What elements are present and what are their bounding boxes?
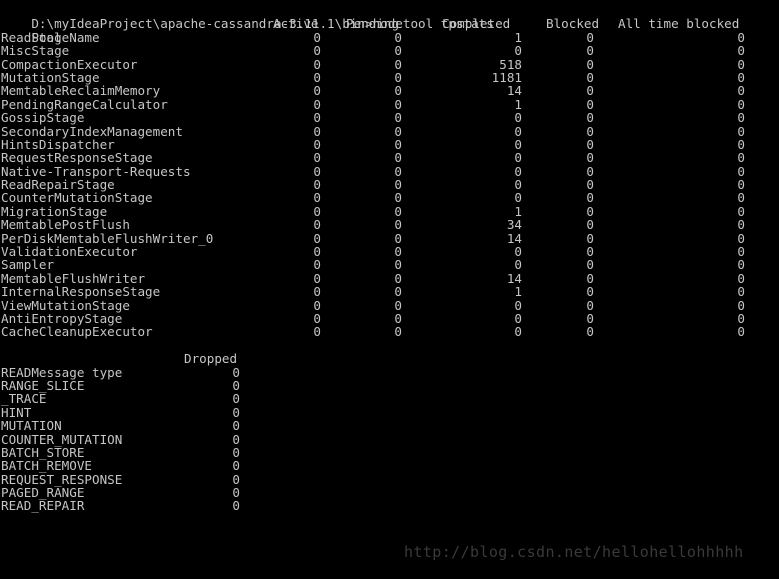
table-row: Native-Transport-Requests 0 0 0 0 0: [1, 163, 779, 179]
all-time-blocked-cell: 0: [737, 136, 745, 152]
dropped-messages-header-row: Message type Dropped: [1, 351, 779, 379]
thread-pool-table-body: ReadStage 0 0 1 0 0 MiscStage 0 0 0 0 0 CompactionEx…: [1, 29, 779, 340]
all-time-blocked-cell: 0: [737, 310, 745, 326]
table-row: MemtablePostFlush 0 0 34 0 0: [1, 217, 779, 233]
dropped-messages-table-body: READ 0 RANGE_SLICE 0 _TRACE 0 HINT 0 MUTATION 0 CO…: [1, 364, 779, 514]
table-row: REQUEST_RESPONSE 0: [1, 471, 779, 487]
table-row: InternalResponseStage 0 0 1 0 0: [1, 284, 779, 300]
all-time-blocked-cell: 0: [737, 123, 745, 139]
all-time-blocked-cell: 0: [737, 69, 745, 85]
all-time-blocked-cell: 0: [737, 96, 745, 112]
all-time-blocked-cell: 0: [737, 110, 745, 126]
header-completed: Completed: [442, 16, 511, 32]
dropped-count-cell: 0: [232, 498, 240, 514]
table-row: READ_REPAIR 0: [1, 498, 779, 514]
all-time-blocked-cell: 0: [737, 163, 745, 179]
table-row: _TRACE 0: [1, 391, 779, 407]
table-row: MigrationStage 0 0 1 0 0: [1, 203, 779, 219]
dropped-count-cell: 0: [232, 444, 240, 460]
dropped-count-cell: 0: [232, 377, 240, 393]
table-row: ReadRepairStage 0 0 0 0 0: [1, 177, 779, 193]
all-time-blocked-cell: 0: [737, 29, 745, 45]
thread-pool-header-row: Pool Name Active Pending Completed Block…: [1, 16, 779, 44]
table-row: ViewMutationStage 0 0 0 0 0: [1, 297, 779, 313]
all-time-blocked-cell: 0: [737, 43, 745, 59]
all-time-blocked-cell: 0: [737, 150, 745, 166]
command-prompt-line: D:\myIdeaProject\apache-cassandra-3.11.1…: [1, 4, 779, 30]
table-row: Sampler 0 0 0 0 0: [1, 257, 779, 273]
table-row: PAGED_RANGE 0: [1, 485, 779, 501]
dropped-count-cell: 0: [232, 458, 240, 474]
watermark-url: http://blog.csdn.net/hellohellohhhhh: [404, 543, 744, 561]
all-time-blocked-cell: 0: [737, 244, 745, 260]
all-time-blocked-cell: 0: [737, 230, 745, 246]
table-row: PendingRangeCalculator 0 0 1 0 0: [1, 96, 779, 112]
table-row: CacheCleanupExecutor 0 0 0 0 0: [1, 324, 779, 340]
table-row: COUNTER_MUTATION 0: [1, 431, 779, 447]
header-pending: Pending: [346, 16, 400, 32]
table-row: GossipStage 0 0 0 0 0: [1, 110, 779, 126]
table-row: MemtableFlushWriter 0 0 14 0 0: [1, 270, 779, 286]
header-blocked: Blocked: [546, 16, 600, 32]
all-time-blocked-cell: 0: [737, 83, 745, 99]
table-row: RequestResponseStage 0 0 0 0 0: [1, 150, 779, 166]
all-time-blocked-cell: 0: [737, 270, 745, 286]
table-row: HintsDispatcher 0 0 0 0 0: [1, 136, 779, 152]
dropped-count-cell: 0: [232, 418, 240, 434]
dropped-count-cell: 0: [232, 391, 240, 407]
table-row: MUTATION 0: [1, 418, 779, 434]
table-row: MutationStage 0 0 1181 0 0: [1, 69, 779, 85]
table-row: ReadStage 0 0 1 0 0: [1, 29, 779, 45]
table-row: READ 0: [1, 364, 779, 380]
all-time-blocked-cell: 0: [737, 190, 745, 206]
table-row: RANGE_SLICE 0: [1, 377, 779, 393]
all-time-blocked-cell: 0: [737, 324, 745, 340]
all-time-blocked-cell: 0: [737, 217, 745, 233]
all-time-blocked-cell: 0: [737, 56, 745, 72]
dropped-count-cell: 0: [232, 431, 240, 447]
header-active: Active: [273, 16, 319, 32]
table-row: BATCH_REMOVE 0: [1, 458, 779, 474]
table-row: ValidationExecutor 0 0 0 0 0: [1, 244, 779, 260]
all-time-blocked-cell: 0: [737, 284, 745, 300]
table-row: AntiEntropyStage 0 0 0 0 0: [1, 310, 779, 326]
dropped-count-cell: 0: [232, 471, 240, 487]
header-dropped: Dropped: [184, 351, 238, 367]
dropped-count-cell: 0: [232, 485, 240, 501]
terminal-window[interactable]: D:\myIdeaProject\apache-cassandra-3.11.1…: [0, 0, 779, 579]
table-row: CompactionExecutor 0 0 518 0 0: [1, 56, 779, 72]
table-row: SecondaryIndexManagement 0 0 0 0 0: [1, 123, 779, 139]
dropped-count-cell: 0: [232, 364, 240, 380]
table-row: CounterMutationStage 0 0 0 0 0: [1, 190, 779, 206]
table-row: MiscStage 0 0 0 0 0: [1, 43, 779, 59]
table-row: HINT 0: [1, 404, 779, 420]
all-time-blocked-cell: 0: [737, 297, 745, 313]
table-row: BATCH_STORE 0: [1, 444, 779, 460]
section-separator: [1, 339, 779, 352]
all-time-blocked-cell: 0: [737, 177, 745, 193]
dropped-count-cell: 0: [232, 404, 240, 420]
table-row: MemtableReclaimMemory 0 0 14 0 0: [1, 83, 779, 99]
table-row: PerDiskMemtableFlushWriter_0 0 0 14 0 0: [1, 230, 779, 246]
header-all-time-blocked: All time blocked: [618, 16, 740, 32]
all-time-blocked-cell: 0: [737, 203, 745, 219]
all-time-blocked-cell: 0: [737, 257, 745, 273]
